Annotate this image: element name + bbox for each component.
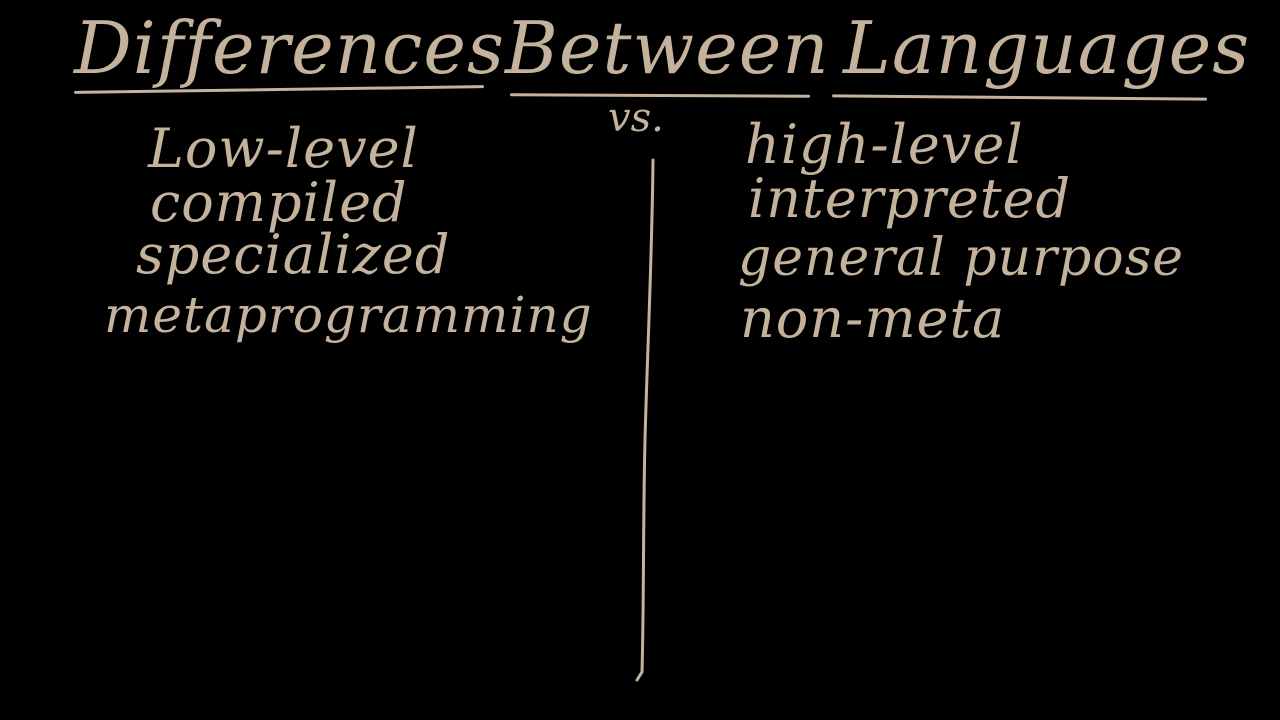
right-item-high-level: high-level — [745, 113, 1024, 176]
right-item-non-meta: non-meta — [740, 287, 1006, 350]
left-item-low-level: Low-level — [148, 117, 419, 180]
blackboard: Differences Between Languages vs. Low-le… — [0, 0, 1280, 720]
title-underline-languages — [831, 94, 1208, 101]
right-item-interpreted: interpreted — [748, 167, 1072, 230]
title-word-differences: Differences — [74, 6, 505, 90]
left-item-specialized: specialized — [136, 223, 451, 286]
right-item-general-purpose: general purpose — [738, 228, 1185, 288]
title-word-languages: Languages — [843, 6, 1251, 90]
vs-separator: vs. — [608, 95, 664, 141]
left-item-metaprogramming: metaprogramming — [104, 286, 593, 344]
left-item-compiled: compiled — [150, 171, 408, 234]
title-word-between: Between — [505, 6, 830, 90]
